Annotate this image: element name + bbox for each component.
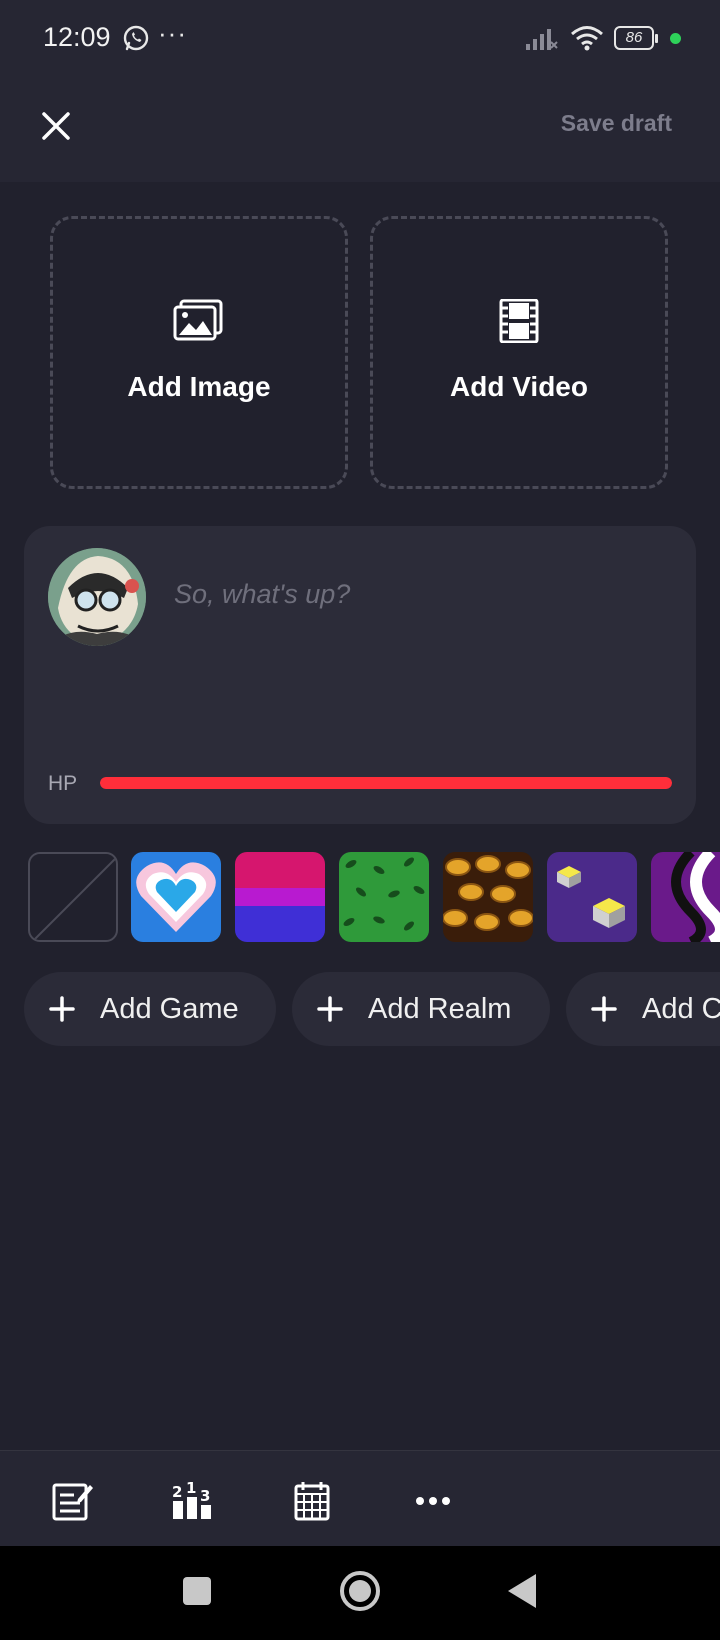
plus-icon [591, 996, 617, 1022]
add-realm-label: Add Realm [368, 992, 512, 1025]
add-image-button[interactable]: Add Image [50, 216, 348, 489]
avatar[interactable] [48, 548, 146, 646]
compose-toolbar: 2 1 3 [0, 1450, 720, 1546]
save-draft-button[interactable]: Save draft [561, 110, 672, 137]
wifi-icon [571, 26, 603, 51]
status-more: ··· [158, 18, 187, 48]
compose-card: HP [24, 526, 696, 824]
swatch-stripes[interactable] [651, 852, 720, 942]
add-c-label: Add C [642, 992, 720, 1025]
swatch-cubes[interactable] [547, 852, 637, 942]
plus-icon [317, 996, 343, 1022]
charging-dot [670, 33, 681, 44]
theme-swatch-row [0, 852, 720, 942]
svg-text:3: 3 [200, 1487, 210, 1505]
plus-icon [49, 996, 75, 1022]
system-nav-bar [0, 1546, 720, 1640]
add-image-label: Add Image [127, 371, 271, 402]
status-time: 12:09 [43, 22, 111, 52]
svg-text:1: 1 [186, 1481, 196, 1497]
home-icon[interactable] [337, 1568, 383, 1614]
image-icon [173, 299, 223, 341]
add-video-button[interactable]: Add Video [370, 216, 668, 489]
swatch-none[interactable] [28, 852, 118, 942]
swatch-coins[interactable] [443, 852, 533, 942]
poll-icon[interactable]: 2 1 3 [172, 1481, 214, 1521]
add-chip-row: Add Game Add Realm Add C [0, 972, 720, 1048]
more-icon[interactable] [412, 1481, 454, 1521]
hp-bar [100, 777, 672, 789]
film-icon [499, 299, 539, 343]
swatch-leaves[interactable] [339, 852, 429, 942]
add-game-button[interactable]: Add Game [24, 972, 276, 1046]
add-video-label: Add Video [450, 371, 588, 402]
add-c-button[interactable]: Add C [566, 972, 720, 1046]
hp-label: HP [48, 772, 78, 795]
calendar-icon[interactable] [292, 1481, 334, 1521]
swatch-bi-flag[interactable] [235, 852, 325, 942]
signal-icon [526, 29, 558, 50]
status-bar: 12:09 ··· 86 [0, 0, 720, 78]
add-game-label: Add Game [100, 992, 239, 1025]
compose-input[interactable] [174, 574, 654, 614]
hp-bar-fill [100, 777, 672, 789]
compose-icon[interactable] [52, 1481, 94, 1521]
close-icon[interactable] [34, 104, 78, 148]
swatch-heart[interactable] [131, 852, 221, 942]
add-realm-button[interactable]: Add Realm [292, 972, 550, 1046]
svg-text:2: 2 [172, 1483, 182, 1501]
whatsapp-icon [123, 25, 149, 51]
recents-icon[interactable] [174, 1568, 220, 1614]
header: Save draft [0, 78, 720, 182]
battery-icon: 86 [614, 26, 658, 50]
back-icon[interactable] [500, 1568, 546, 1614]
